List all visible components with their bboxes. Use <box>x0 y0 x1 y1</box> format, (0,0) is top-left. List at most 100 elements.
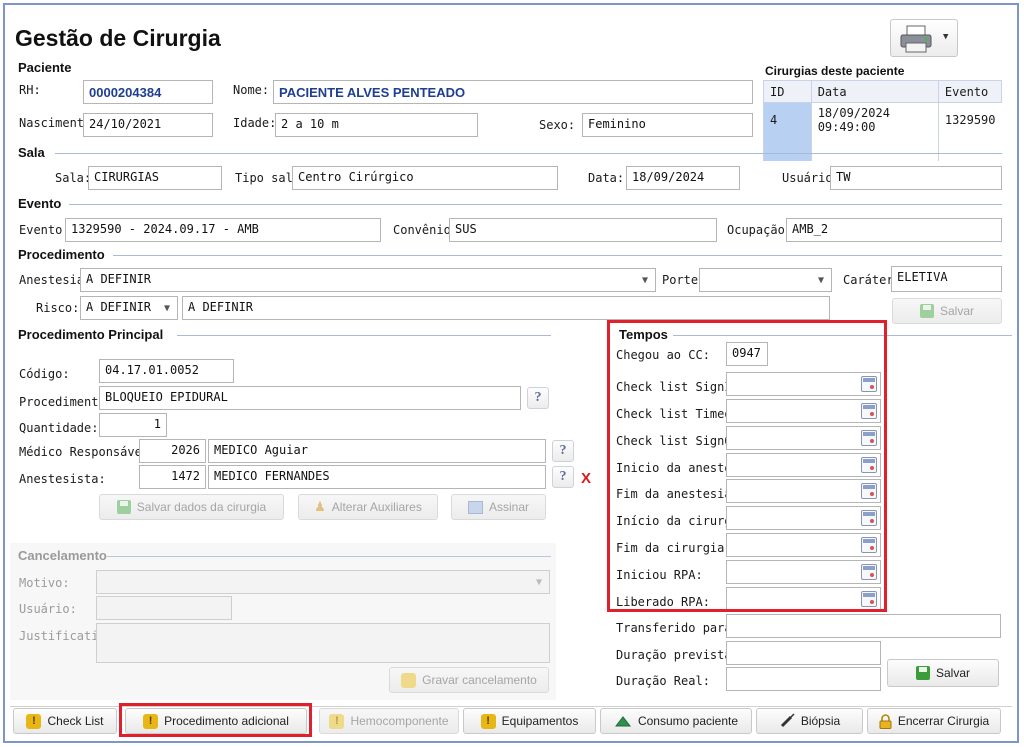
table-row[interactable]: 4 18/09/2024 09:49:00 1329590 <box>763 102 1002 137</box>
equipamentos-button[interactable]: ! Equipamentos <box>463 708 596 734</box>
quantidade-field[interactable]: 1 <box>99 413 167 437</box>
chevron-down-icon[interactable]: ▼ <box>812 270 830 290</box>
chevron-down-icon[interactable]: ▼ <box>530 572 548 592</box>
help-icon[interactable]: ? <box>552 440 574 462</box>
codigo-label: Código: <box>19 367 70 381</box>
transferido-field[interactable] <box>726 614 1001 638</box>
porte-select[interactable]: ▼ <box>699 268 832 292</box>
section-cancelamento: Cancelamento <box>18 548 107 563</box>
rh-field[interactable]: 0000204384 <box>83 80 213 104</box>
assinar-button[interactable]: Assinar <box>451 494 546 520</box>
calendar-icon[interactable] <box>861 376 877 392</box>
data-field[interactable]: 18/09/2024 <box>626 166 740 190</box>
risco-select[interactable]: A DEFINIR ▼ <box>80 296 178 320</box>
timeout-field[interactable] <box>726 399 881 423</box>
ocupacao-field[interactable]: AMB_2 <box>786 218 1002 242</box>
anestesista-nome-field[interactable]: MEDICO FERNANDES <box>208 465 546 489</box>
motivo-select[interactable]: ▼ <box>96 570 550 594</box>
signin-field[interactable] <box>726 372 881 396</box>
quantidade-label: Quantidade: <box>19 421 99 435</box>
calendar-icon[interactable] <box>861 483 877 499</box>
salvar-dados-label: Salvar dados da cirurgia <box>136 500 267 514</box>
gravar-cancelamento-button[interactable]: Gravar cancelamento <box>389 667 549 693</box>
hemocomponente-button[interactable]: ! Hemocomponente <box>319 708 459 734</box>
duracao-real-field[interactable] <box>726 667 881 691</box>
procedimento-field[interactable]: BLOQUEIO EPIDURAL <box>99 386 521 410</box>
anestesia-select[interactable]: A DEFINIR ▼ <box>80 268 656 292</box>
consumo-paciente-button[interactable]: Consumo paciente <box>600 708 752 734</box>
nome-field[interactable]: PACIENTE ALVES PENTEADO <box>273 80 753 104</box>
usuario-field[interactable]: TW <box>830 166 1002 190</box>
encerrar-cirurgia-button[interactable]: Encerrar Cirurgia <box>867 708 1001 734</box>
sexo-field[interactable]: Feminino <box>582 113 753 137</box>
equipamentos-label: Equipamentos <box>501 714 579 728</box>
warning-icon: ! <box>143 713 159 729</box>
carater-field[interactable]: ELETIVA <box>891 266 1002 292</box>
risco-descricao-field[interactable]: A DEFINIR <box>182 296 830 320</box>
tempo-label: Fim da cirurgia: <box>616 541 732 555</box>
print-button[interactable]: ▼ <box>890 19 958 57</box>
table-header-data: Data <box>810 80 939 103</box>
calendar-icon[interactable] <box>861 403 877 419</box>
calendar-icon[interactable] <box>861 591 877 607</box>
justificativa-field[interactable] <box>96 623 550 663</box>
salvar-procedimento-label: Salvar <box>939 304 974 318</box>
inicio-cirurgia-field[interactable] <box>726 506 881 530</box>
tipo-sala-field[interactable]: Centro Cirúrgico <box>292 166 558 190</box>
evento-field[interactable]: 1329590 - 2024.09.17 - AMB <box>65 218 381 242</box>
alterar-auxiliares-button[interactable]: ♟ Alterar Auxiliares <box>298 494 438 520</box>
calendar-icon[interactable] <box>861 430 877 446</box>
salvar-procedimento-button[interactable]: Salvar <box>892 298 1002 324</box>
save-icon <box>116 500 131 514</box>
liberado-rpa-field[interactable] <box>726 587 881 611</box>
help-icon[interactable]: ? <box>527 387 549 409</box>
idade-field[interactable]: 2 a 10 m <box>275 113 478 137</box>
calendar-icon[interactable] <box>861 537 877 553</box>
chevron-down-icon[interactable]: ▼ <box>158 298 176 318</box>
anestesista-codigo-field[interactable]: 1472 <box>139 465 206 489</box>
convenio-field[interactable]: SUS <box>449 218 717 242</box>
procedimento-adicional-button[interactable]: ! Procedimento adicional <box>125 708 307 734</box>
medico-codigo-field[interactable]: 2026 <box>139 439 206 463</box>
codigo-field[interactable]: 04.17.01.0052 <box>99 359 234 383</box>
section-paciente: Paciente <box>18 60 72 75</box>
section-evento: Evento <box>18 196 62 211</box>
close-icon[interactable]: X <box>581 470 591 487</box>
section-procedimento: Procedimento <box>18 247 105 262</box>
iniciou-rpa-field[interactable] <box>726 560 881 584</box>
check-list-label: Check List <box>47 714 104 728</box>
signout-field[interactable] <box>726 426 881 450</box>
sign-icon <box>467 500 483 514</box>
chevron-down-icon[interactable]: ▼ <box>636 270 654 290</box>
help-icon[interactable]: ? <box>552 466 574 488</box>
pill-icon <box>614 716 631 727</box>
calendar-icon[interactable] <box>861 457 877 473</box>
syringe-icon <box>780 713 795 728</box>
printer-icon <box>900 25 932 53</box>
chegou-cc-field[interactable]: 0947 <box>726 342 768 366</box>
chegou-cc-label: Chegou ao CC: <box>616 348 710 362</box>
medico-nome-field[interactable]: MEDICO Aguiar <box>208 439 546 463</box>
calendar-icon[interactable] <box>861 510 877 526</box>
duracao-prevista-field[interactable] <box>726 641 881 665</box>
calendar-icon[interactable] <box>861 564 877 580</box>
tempo-label: Fim da anestesia: <box>616 487 739 501</box>
transferido-label: Transferido para: <box>616 621 739 635</box>
salvar-tempos-button[interactable]: Salvar <box>887 659 999 687</box>
anestesia-value: A DEFINIR <box>86 272 152 286</box>
chevron-down-icon[interactable]: ▼ <box>943 32 948 42</box>
cancel-usuario-field[interactable] <box>96 596 232 620</box>
check-list-button[interactable]: ! Check List <box>13 708 117 734</box>
nascimento-field[interactable]: 24/10/2021 <box>83 113 213 137</box>
tempo-label: Liberado RPA: <box>616 595 710 609</box>
sala-field[interactable]: CIRURGIAS <box>88 166 222 190</box>
procedimento-adicional-label: Procedimento adicional <box>164 714 289 728</box>
cirurgias-table: ID Data Evento 4 18/09/2024 09:49:00 132… <box>763 80 1003 161</box>
inicio-anestesia-field[interactable] <box>726 453 881 477</box>
risco-label: Risco: <box>36 301 80 315</box>
biopsia-button[interactable]: Biópsia <box>756 708 863 734</box>
fim-anestesia-field[interactable] <box>726 479 881 503</box>
salvar-dados-cirurgia-button[interactable]: Salvar dados da cirurgia <box>99 494 284 520</box>
fim-cirurgia-field[interactable] <box>726 533 881 557</box>
duracao-prevista-label: Duração prevista: <box>616 648 739 662</box>
